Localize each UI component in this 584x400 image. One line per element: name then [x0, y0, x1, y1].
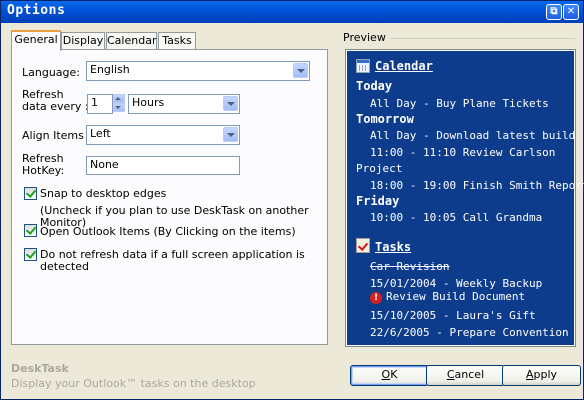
calendar-icon — [356, 59, 370, 73]
close-button[interactable]: ✕ — [563, 4, 579, 20]
ok-label-rest: K — [390, 368, 398, 381]
chevron-down-icon[interactable] — [293, 63, 308, 78]
chevron-down-icon[interactable] — [223, 96, 238, 111]
hotkey-input[interactable]: None — [86, 156, 240, 175]
language-value: English — [90, 63, 130, 76]
window-title: Options — [7, 3, 66, 18]
preview-task-1[interactable]: Car Revision — [370, 260, 449, 273]
general-panel: Language: English Refresh data every : 1… — [11, 49, 328, 345]
language-label: Language: — [22, 66, 80, 79]
preview-task-2[interactable]: 15/01/2004 - Weekly Backup — [370, 277, 542, 290]
preview-task-3[interactable]: Review Build Document — [386, 290, 525, 303]
refresh-interval-stepper[interactable] — [113, 94, 125, 114]
snap-edges-label: Snap to desktop edges — [40, 187, 167, 200]
ok-button[interactable]: OK — [350, 365, 429, 386]
preview-project-item[interactable]: 18:00 - 19:00 Finish Smith Report — [370, 179, 584, 192]
align-items-label: Align Items : — [22, 129, 92, 142]
language-select[interactable]: English — [86, 61, 310, 81]
align-items-value: Left — [90, 127, 111, 140]
tab-tasks[interactable]: Tasks — [158, 32, 196, 50]
restore-icon: ⧉ — [550, 6, 558, 17]
apply-mnemonic: A — [525, 368, 534, 381]
preview-calendar-header[interactable]: Calendar — [375, 59, 433, 73]
preview-tomorrow-item-2[interactable]: 11:00 - 11:10 Review Carlson — [370, 146, 555, 159]
close-icon: ✕ — [566, 6, 576, 17]
preview-friday: Friday — [356, 194, 400, 208]
refresh-interval-value: 1 — [91, 96, 98, 109]
cancel-button[interactable]: Cancel — [426, 365, 505, 386]
cancel-label-rest: ancel — [454, 368, 485, 381]
options-window: Options ⧉ ✕ General Display Calendar Tas… — [0, 0, 584, 400]
title-bar[interactable]: Options ⧉ ✕ — [1, 1, 583, 23]
tasks-icon — [356, 238, 370, 253]
stepper-up-icon[interactable] — [113, 94, 125, 103]
preview-tomorrow-item-1[interactable]: All Day - Download latest build — [370, 129, 575, 142]
preview-friday-item[interactable]: 10:00 - 10:05 Call Grandma — [370, 211, 542, 224]
hotkey-label-line2: HotKey: — [22, 164, 65, 177]
refresh-interval-input[interactable]: 1 — [87, 94, 113, 114]
cancel-mnemonic: C — [446, 368, 455, 381]
preview-task-4[interactable]: 15/10/2005 - Laura's Gift — [370, 309, 536, 322]
refresh-label-line2: data every : — [22, 100, 89, 113]
chevron-down-icon[interactable] — [223, 127, 238, 142]
preview-label: Preview — [343, 31, 386, 44]
preview-divider — [391, 38, 575, 39]
open-outlook-label: Open Outlook Items (By Clicking on the i… — [40, 225, 296, 238]
preview-today-item[interactable]: All Day - Buy Plane Tickets — [370, 97, 549, 110]
footer-tagline: Display your Outlook™ tasks on the deskt… — [11, 377, 256, 390]
tab-general[interactable]: General — [11, 30, 61, 51]
preview-tasks-header[interactable]: Tasks — [375, 240, 411, 254]
tab-calendar[interactable]: Calendar — [106, 32, 157, 50]
hotkey-value: None — [90, 158, 119, 171]
ok-mnemonic: O — [381, 368, 391, 381]
apply-label-rest: pply — [533, 368, 558, 381]
preview-pane: Calendar Today All Day - Buy Plane Ticke… — [345, 49, 584, 347]
preview-tomorrow: Tomorrow — [356, 112, 414, 126]
restore-button[interactable]: ⧉ — [546, 4, 562, 20]
apply-button[interactable]: Apply — [502, 365, 581, 386]
no-refresh-fullscreen-label: Do not refresh data if a full screen app… — [40, 248, 305, 273]
snap-edges-checkbox[interactable] — [24, 187, 37, 200]
refresh-unit-select[interactable]: Hours — [128, 94, 240, 114]
preview-project: Project — [356, 162, 403, 175]
priority-warning-icon: ! — [370, 292, 382, 304]
refresh-unit-value: Hours — [132, 96, 165, 109]
preview-today: Today — [356, 79, 393, 93]
preview-task-5[interactable]: 22/6/2005 - Prepare Convention — [370, 326, 569, 339]
no-refresh-fullscreen-checkbox[interactable] — [24, 248, 37, 261]
align-items-select[interactable]: Left — [86, 125, 240, 145]
tab-display[interactable]: Display — [61, 32, 105, 50]
footer-app-name: DeskTask — [11, 362, 69, 375]
stepper-down-icon[interactable] — [113, 103, 125, 112]
open-outlook-checkbox[interactable] — [24, 224, 37, 237]
